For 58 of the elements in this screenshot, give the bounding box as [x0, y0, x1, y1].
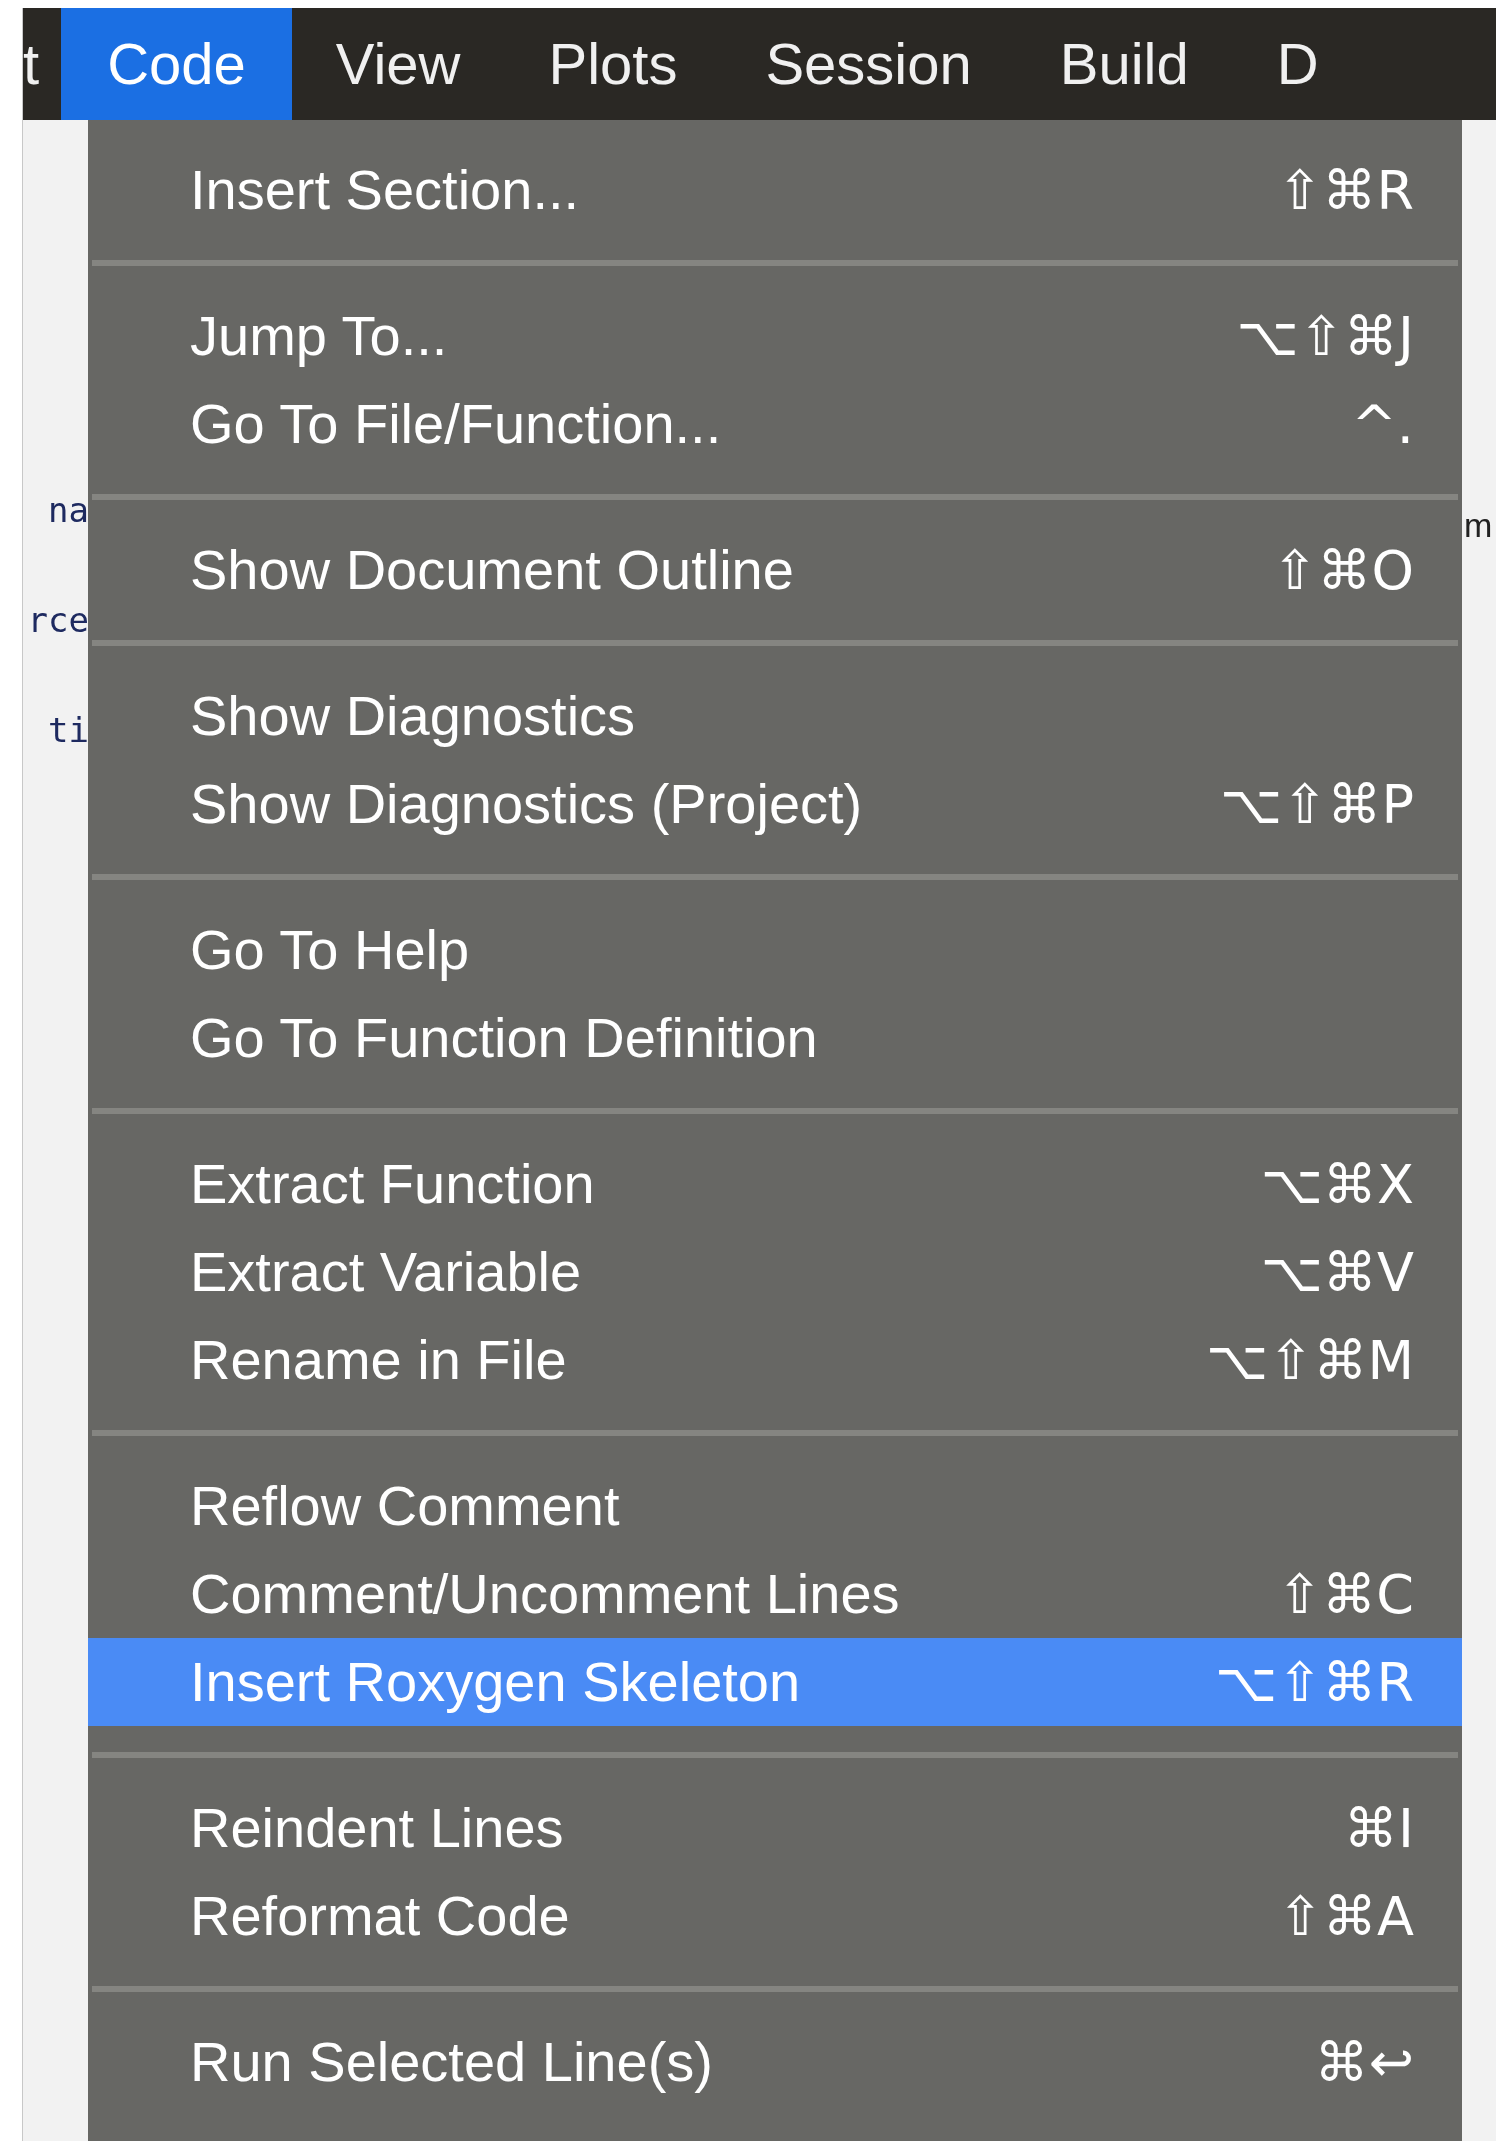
- menu-item[interactable]: Insert Section... ⇧⌘R: [88, 146, 1462, 234]
- menu-item-label: Insert Roxygen Skeleton: [190, 1649, 801, 1715]
- menu-item[interactable]: Extract Variable ⌥⌘V: [88, 1228, 1462, 1316]
- menu-item-label: Jump To...: [190, 303, 448, 369]
- menu-item-label: Reformat Code: [190, 1883, 570, 1949]
- menu-item[interactable]: Run Selected Line(s) ⌘↩: [88, 2018, 1462, 2106]
- menu-item-label: Rename in File: [190, 1327, 567, 1393]
- menu-item-label: Extract Function: [190, 1151, 595, 1217]
- menu-item[interactable]: Go To Function Definition: [88, 994, 1462, 1082]
- menu-item-label: Insert Section...: [190, 157, 580, 223]
- menu-bar-item[interactable]: D: [1232, 8, 1363, 120]
- menu-bar-item[interactable]: t: [23, 8, 62, 120]
- menu-item[interactable]: Insert Roxygen Skeleton ⌥⇧⌘R: [88, 1638, 1462, 1726]
- menu-item-label: Comment/Uncomment Lines: [190, 1561, 900, 1627]
- menu-item-label: Show Diagnostics: [190, 683, 636, 749]
- menu-item[interactable]: Rename in File ⌥⇧⌘M: [88, 1316, 1462, 1404]
- keyboard-shortcut: ^.: [1351, 391, 1414, 458]
- code-text-fragment: ti: [47, 709, 89, 752]
- menu-item-label: Go To Help: [190, 917, 470, 983]
- menu-item[interactable]: Go To File/Function... ^.: [88, 380, 1462, 468]
- menu-item[interactable]: Reformat Code ⇧⌘A: [88, 1872, 1462, 1960]
- menu-item[interactable]: Comment/Uncomment Lines ⇧⌘C: [88, 1550, 1462, 1638]
- menu-item-label: Go To Function Definition: [190, 1005, 818, 1071]
- menu-bar-item[interactable]: Session: [721, 8, 1016, 120]
- menu-item-label: Reflow Comment: [190, 1473, 620, 1539]
- keyboard-shortcut: ⇧⌘C: [1277, 1561, 1414, 1628]
- keyboard-shortcut: ⌥⌘X: [1260, 1151, 1414, 1218]
- menu-bar-item[interactable]: View: [291, 8, 505, 120]
- menu-item-label: Show Diagnostics (Project): [190, 771, 863, 837]
- menu-item[interactable]: Jump To... ⌥⇧⌘J: [88, 292, 1462, 380]
- menu-bar-item[interactable]: Build: [1015, 8, 1233, 120]
- menu-item[interactable]: Reflow Comment: [88, 1462, 1462, 1550]
- menu-item[interactable]: Reindent Lines ⌘I: [88, 1784, 1462, 1872]
- menu-bar-item[interactable]: Code: [61, 8, 292, 120]
- text-fragment: m: [1463, 505, 1494, 546]
- keyboard-shortcut: ⌥⌘V: [1260, 1239, 1414, 1306]
- menu-item[interactable]: Show Document Outline ⇧⌘O: [88, 526, 1462, 614]
- keyboard-shortcut: ⇧⌘O: [1272, 537, 1414, 604]
- menu-item[interactable]: Show Diagnostics: [88, 672, 1462, 760]
- keyboard-shortcut: ⌥⇧⌘M: [1205, 1327, 1414, 1394]
- code-text-fragment: rce: [26, 599, 89, 642]
- keyboard-shortcut: ⇧⌘R: [1277, 157, 1414, 224]
- menu-item-label: Go To File/Function...: [190, 391, 722, 457]
- code-text-fragment: na: [47, 489, 89, 532]
- keyboard-shortcut: ⌥⇧⌘J: [1236, 303, 1414, 370]
- menu-bar-item[interactable]: Plots: [504, 8, 722, 120]
- menu-item-label: Run Selected Line(s): [190, 2029, 713, 2095]
- keyboard-shortcut: ⌘I: [1344, 1795, 1414, 1862]
- keyboard-shortcut: ⇧⌘A: [1277, 1883, 1414, 1950]
- keyboard-shortcut: ⌘↩: [1314, 2029, 1414, 2096]
- menu-item[interactable]: Go To Help: [88, 906, 1462, 994]
- menu-item[interactable]: Extract Function ⌥⌘X: [88, 1140, 1462, 1228]
- menu-item-label: Extract Variable: [190, 1239, 582, 1305]
- keyboard-shortcut: ⌥⇧⌘R: [1215, 1649, 1414, 1716]
- menu-item[interactable]: Show Diagnostics (Project) ⌥⇧⌘P: [88, 760, 1462, 848]
- menu-item-label: Reindent Lines: [190, 1795, 564, 1861]
- keyboard-shortcut: ⌥⇧⌘P: [1219, 771, 1414, 838]
- menu-item-label: Show Document Outline: [190, 537, 794, 603]
